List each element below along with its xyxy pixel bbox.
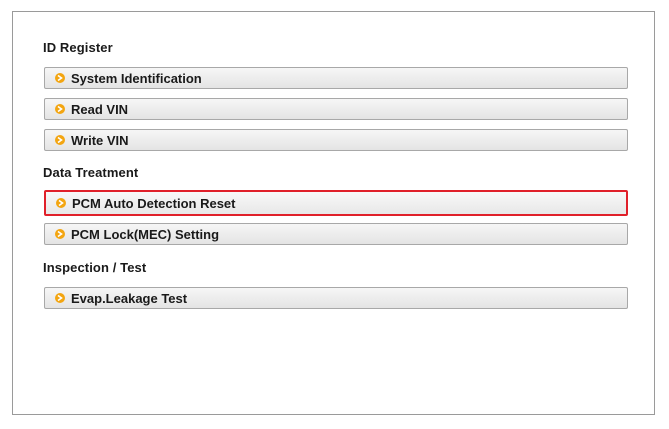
menu-item-label: Read VIN [71,101,129,117]
menu-item-evap-leakage-test[interactable]: Evap.Leakage Test [44,287,628,309]
menu-item-label: Write VIN [71,132,129,148]
menu-item-label: PCM Lock(MEC) Setting [71,226,220,242]
menu-item-system-identification[interactable]: System Identification [44,67,628,89]
menu-item-write-vin[interactable]: Write VIN [44,129,628,151]
section-title-inspection-test: Inspection / Test [43,260,147,275]
menu-item-pcm-auto-detection-reset[interactable]: PCM Auto Detection Reset [44,190,628,216]
menu-item-label: System Identification [71,70,202,86]
arrow-right-icon [55,104,65,114]
menu-item-label: Evap.Leakage Test [71,290,188,306]
arrow-right-icon [55,135,65,145]
arrow-right-icon [56,198,66,208]
menu-item-label: PCM Auto Detection Reset [72,195,236,211]
menu-item-read-vin[interactable]: Read VIN [44,98,628,120]
section-title-data-treatment: Data Treatment [43,165,139,180]
section-title-id-register: ID Register [43,40,113,55]
arrow-right-icon [55,73,65,83]
arrow-right-icon [55,229,65,239]
arrow-right-icon [55,293,65,303]
menu-item-pcm-lock-mec-setting[interactable]: PCM Lock(MEC) Setting [44,223,628,245]
menu-panel: ID Register System Identification Read V… [12,11,655,415]
